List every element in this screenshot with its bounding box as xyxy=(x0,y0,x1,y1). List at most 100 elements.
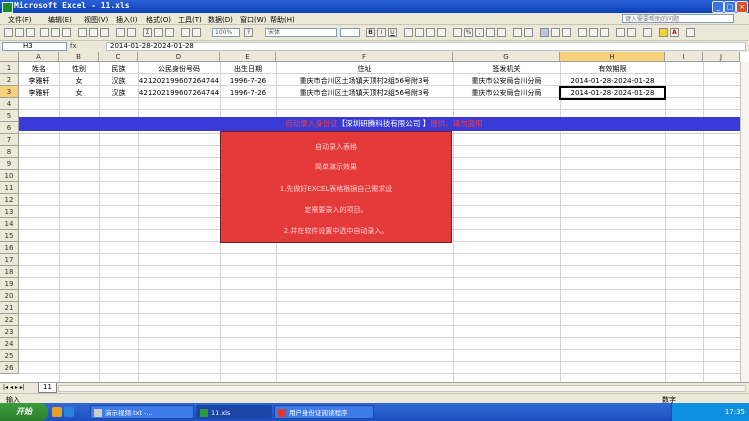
print-icon[interactable] xyxy=(40,28,49,37)
menu-window[interactable]: 窗口(W) xyxy=(240,15,266,25)
row-header-22[interactable]: 22 xyxy=(0,314,19,326)
percent-icon[interactable]: % xyxy=(464,28,473,37)
bold-icon[interactable]: B xyxy=(366,28,375,37)
row-header-17[interactable]: 17 xyxy=(0,254,19,266)
taskbar-item-excel[interactable]: 11.xls xyxy=(196,405,272,419)
row-header-20[interactable]: 20 xyxy=(0,290,19,302)
undo-icon[interactable] xyxy=(116,28,125,37)
start-button[interactable]: 开始 xyxy=(0,403,48,421)
help-search-input[interactable]: 键入需要帮助的问题 xyxy=(622,14,734,23)
borders-icon[interactable] xyxy=(540,28,549,37)
align-center-icon[interactable] xyxy=(415,28,424,37)
table-cell[interactable]: 女 xyxy=(59,75,99,87)
row-header-2[interactable]: 2 xyxy=(0,74,19,86)
menu-insert[interactable]: 插入(I) xyxy=(116,15,138,25)
row-header-11[interactable]: 11 xyxy=(0,182,19,194)
rows-icon[interactable] xyxy=(589,28,598,37)
quicklaunch-media-icon[interactable] xyxy=(64,407,74,417)
underline-icon[interactable]: U xyxy=(388,28,397,37)
header-cell-address[interactable]: 住址 xyxy=(276,63,453,75)
cells-icon[interactable] xyxy=(578,28,587,37)
toolbar-options-icon[interactable] xyxy=(686,28,695,37)
preview-icon[interactable] xyxy=(51,28,60,37)
currency-icon[interactable] xyxy=(453,28,462,37)
font-select[interactable]: 宋体 xyxy=(265,28,337,37)
autoformat-icon[interactable] xyxy=(616,28,625,37)
column-header-d[interactable]: D xyxy=(138,52,220,62)
sort-asc-icon[interactable] xyxy=(154,28,163,37)
header-cell-validity[interactable]: 有效期限 xyxy=(560,63,665,75)
row-header-10[interactable]: 10 xyxy=(0,170,19,182)
table-cell[interactable]: 重庆市合川区土场镇天顶村2组56号附3号 xyxy=(276,87,453,99)
spellcheck-icon[interactable] xyxy=(62,28,71,37)
worksheet[interactable]: A B C D E F G H I J 1 2 3 4 5 6 7 8 9 10 11 12 13 14 1… xyxy=(0,52,749,382)
help-icon[interactable]: ? xyxy=(244,28,253,37)
table-cell[interactable]: 汉族 xyxy=(99,75,138,87)
row-header-15[interactable]: 15 xyxy=(0,230,19,242)
vertical-scrollbar[interactable] xyxy=(740,62,749,382)
row-header-3[interactable]: 3 xyxy=(0,86,19,98)
row-header-13[interactable]: 13 xyxy=(0,206,19,218)
align-right-icon[interactable] xyxy=(426,28,435,37)
highlight-icon[interactable] xyxy=(659,28,668,37)
open-icon[interactable] xyxy=(15,28,24,37)
row-header-5[interactable]: 5 xyxy=(0,110,19,122)
quicklaunch-browser-icon[interactable] xyxy=(52,407,62,417)
menu-tools[interactable]: 工具(T) xyxy=(178,15,202,25)
header-cell-ethnicity[interactable]: 民族 xyxy=(99,63,138,75)
table-cell[interactable]: 421202199607264744 xyxy=(138,75,220,87)
table-cell[interactable]: 汉族 xyxy=(99,87,138,99)
formula-input[interactable]: 2014-01-28-2024-01-28 xyxy=(106,42,746,51)
paste-icon[interactable] xyxy=(100,28,109,37)
taskbar-item-id-reader[interactable]: 用户身份证阅读程序 xyxy=(274,405,374,419)
table-cell[interactable]: 1996-7-26 xyxy=(220,75,276,87)
copy-icon[interactable] xyxy=(89,28,98,37)
table-cell[interactable]: 李雅轩 xyxy=(19,75,59,87)
row-header-7[interactable]: 7 xyxy=(0,134,19,146)
row-header-23[interactable]: 23 xyxy=(0,326,19,338)
taskbar-item-notepad[interactable]: 演示视频.txt -... xyxy=(90,405,194,419)
decrease-decimal-icon[interactable] xyxy=(497,28,506,37)
table-cell[interactable]: 李雅轩 xyxy=(19,87,59,99)
maximize-button[interactable]: □ xyxy=(724,1,736,13)
row-header-25[interactable]: 25 xyxy=(0,350,19,362)
column-header-a[interactable]: A xyxy=(19,52,59,62)
cut-icon[interactable] xyxy=(78,28,87,37)
table-cell[interactable]: 重庆市公安局合川分局 xyxy=(453,87,560,99)
header-cell-authority[interactable]: 签发机关 xyxy=(453,63,560,75)
fx-icon[interactable]: fx xyxy=(70,42,106,51)
minimize-button[interactable]: _ xyxy=(712,1,724,13)
row-header-12[interactable]: 12 xyxy=(0,194,19,206)
column-header-f[interactable]: F xyxy=(276,52,453,62)
border-icon[interactable] xyxy=(643,28,652,37)
table-cell[interactable]: 421202199607264744 xyxy=(138,87,220,99)
name-box[interactable]: H3 xyxy=(2,42,67,51)
menu-edit[interactable]: 编辑(E) xyxy=(48,15,72,25)
column-header-b[interactable]: B xyxy=(59,52,99,62)
header-cell-id-number[interactable]: 公民身份号码 xyxy=(138,63,220,75)
row-header-1[interactable]: 1 xyxy=(0,62,19,74)
table-cell[interactable]: 重庆市公安局合川分局 xyxy=(453,75,560,87)
close-button[interactable]: × xyxy=(736,1,748,13)
increase-decimal-icon[interactable] xyxy=(486,28,495,37)
redo-icon[interactable] xyxy=(127,28,136,37)
zoom-select[interactable]: 100% xyxy=(212,28,240,37)
horizontal-scrollbar[interactable] xyxy=(58,385,746,392)
row-header-6[interactable]: 6 xyxy=(0,122,19,134)
row-header-16[interactable]: 16 xyxy=(0,242,19,254)
table-cell[interactable]: 女 xyxy=(59,87,99,99)
table-icon[interactable] xyxy=(627,28,636,37)
column-header-i[interactable]: I xyxy=(665,52,703,62)
table-cell[interactable]: 1996-7-26 xyxy=(220,87,276,99)
header-cell-birthdate[interactable]: 出生日期 xyxy=(220,63,276,75)
row-header-24[interactable]: 24 xyxy=(0,338,19,350)
column-header-e[interactable]: E xyxy=(220,52,276,62)
italic-icon[interactable]: I xyxy=(377,28,386,37)
comma-icon[interactable]: , xyxy=(475,28,484,37)
row-header-21[interactable]: 21 xyxy=(0,302,19,314)
menu-view[interactable]: 视图(V) xyxy=(84,15,108,25)
row-header-14[interactable]: 14 xyxy=(0,218,19,230)
table-cell[interactable]: 重庆市合川区土场镇天顶村2组56号附3号 xyxy=(276,75,453,87)
drawing-icon[interactable] xyxy=(192,28,201,37)
header-cell-gender[interactable]: 性别 xyxy=(59,63,99,75)
